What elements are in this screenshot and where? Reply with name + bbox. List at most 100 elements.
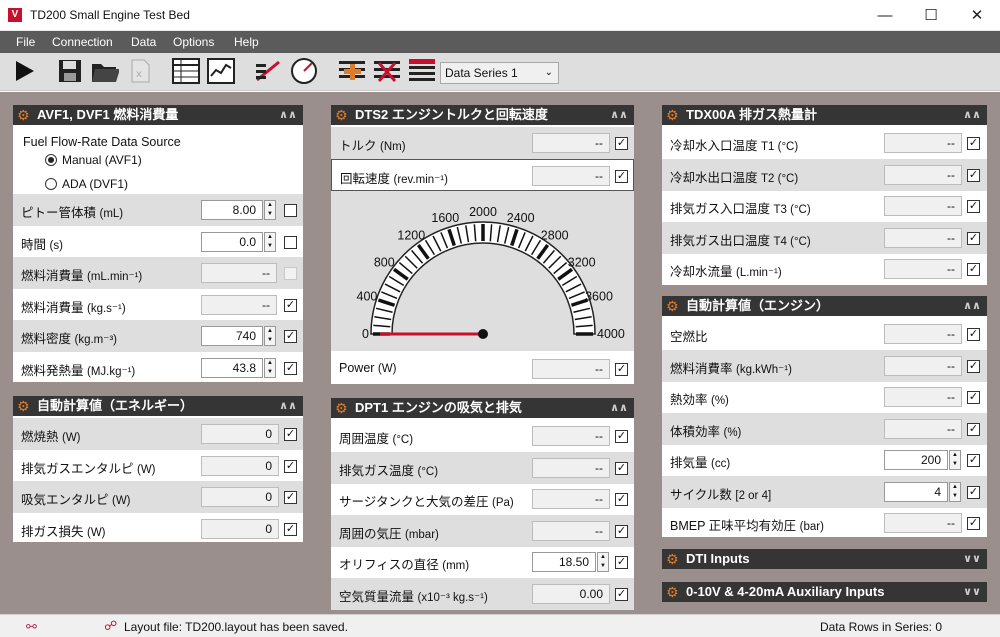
minimize-icon[interactable]: — xyxy=(862,0,908,31)
speed-checkbox[interactable]: ✓ xyxy=(615,170,628,183)
collapse-icon[interactable]: ∧∧ xyxy=(279,396,297,416)
log-checkbox[interactable]: ✓ xyxy=(967,485,980,499)
value-input[interactable]: 43.8 xyxy=(201,357,263,378)
row-label: 排気ガスエンタルピ (W) xyxy=(21,461,156,476)
value-input[interactable]: 18.50 xyxy=(532,552,596,572)
log-checkbox[interactable]: ✓ xyxy=(284,361,297,375)
energy-panel-header[interactable]: ⚙ 自動計算値（エネルギー） ∧∧ xyxy=(13,396,303,416)
power-row: Power (W) -- ✓ xyxy=(331,353,634,385)
log-checkbox[interactable]: ✓ xyxy=(967,168,980,182)
tdx-panel-header[interactable]: ⚙ TDX00A 排ガス熱量計 ∧∧ xyxy=(662,105,987,125)
log-checkbox[interactable]: ✓ xyxy=(284,330,297,343)
menu-options[interactable]: Options xyxy=(173,35,214,49)
spinner-arrows-icon[interactable]: ▲ ▼ xyxy=(264,326,276,346)
spinner-arrows-icon[interactable]: ▲ ▼ xyxy=(264,200,276,220)
series-table-icon[interactable] xyxy=(408,57,436,85)
menu-help[interactable]: Help xyxy=(234,35,259,49)
log-checkbox[interactable]: ✓ xyxy=(967,391,980,404)
gauge-settings-icon[interactable] xyxy=(289,57,317,85)
collapse-icon[interactable]: ∧∧ xyxy=(963,296,981,316)
gear-icon[interactable]: ⚙ xyxy=(17,105,30,125)
log-checkbox[interactable]: ✓ xyxy=(284,522,297,536)
value-input[interactable]: 4 xyxy=(884,481,948,502)
spinner-arrows-icon[interactable]: ▲ ▼ xyxy=(597,552,609,572)
log-checkbox[interactable]: ✓ xyxy=(615,493,628,506)
log-checkbox[interactable]: ✓ xyxy=(967,422,980,436)
aux-panel-header[interactable]: ⚙ 0-10V & 4-20mA Auxiliary Inputs ∨∨ xyxy=(662,582,987,602)
log-checkbox[interactable]: ✓ xyxy=(615,524,628,538)
expand-icon[interactable]: ∨∨ xyxy=(963,582,981,602)
value-input[interactable]: 200 xyxy=(884,450,948,470)
row-label: 周囲の気圧 (mbar) xyxy=(339,526,439,541)
value-input[interactable]: 740 xyxy=(201,326,263,346)
open-folder-icon[interactable] xyxy=(91,57,119,85)
expand-icon[interactable]: ∨∨ xyxy=(963,549,981,569)
save-icon[interactable] xyxy=(56,57,84,85)
menu-file[interactable]: File xyxy=(16,35,35,49)
play-icon[interactable] xyxy=(10,57,38,85)
gear-icon[interactable]: ⚙ xyxy=(666,105,679,125)
log-checkbox[interactable]: ✓ xyxy=(967,137,980,150)
torque-checkbox[interactable]: ✓ xyxy=(615,137,628,150)
log-checkbox[interactable]: ✓ xyxy=(967,263,980,276)
avf-panel-header[interactable]: ⚙ AVF1, DVF1 燃料消費量 ∧∧ xyxy=(13,105,303,125)
calc-panel-title: 自動計算値（エンジン） xyxy=(686,298,830,313)
collapse-icon[interactable]: ∧∧ xyxy=(963,105,981,125)
log-checkbox[interactable]: ✓ xyxy=(967,454,980,467)
spinner-arrows-icon[interactable]: ▲ ▼ xyxy=(949,481,961,502)
log-checkbox[interactable]: ✓ xyxy=(615,587,628,601)
delete-series-icon[interactable] xyxy=(373,57,401,85)
log-checkbox[interactable]: ✓ xyxy=(284,428,297,441)
ada-dvf-radio[interactable] xyxy=(45,178,57,190)
edit-channels-icon[interactable] xyxy=(254,57,282,85)
gear-icon[interactable]: ⚙ xyxy=(666,582,679,602)
table-view-icon[interactable] xyxy=(172,57,200,85)
log-checkbox[interactable]: ✓ xyxy=(284,491,297,504)
row-label: 空気質量流量 (x10⁻³ kg.s⁻¹) xyxy=(339,589,488,604)
gear-icon[interactable]: ⚙ xyxy=(335,105,348,125)
log-checkbox[interactable]: ✓ xyxy=(284,298,297,312)
manual-avf-radio[interactable] xyxy=(45,154,57,166)
dts-panel-header[interactable]: ⚙ DTS2 エンジントルクと回転速度 ∧∧ xyxy=(331,105,634,125)
collapse-icon[interactable]: ∧∧ xyxy=(610,105,628,125)
gauge-tick-label: 2800 xyxy=(541,228,569,242)
log-checkbox[interactable]: ✓ xyxy=(615,430,628,443)
gear-icon[interactable]: ⚙ xyxy=(335,398,348,418)
dpt-panel-header[interactable]: ⚙ DPT1 エンジンの吸気と排気 ∧∧ xyxy=(331,398,634,418)
log-checkbox[interactable]: ✓ xyxy=(615,461,628,475)
collapse-icon[interactable]: ∧∧ xyxy=(279,105,297,125)
log-checkbox[interactable]: ✓ xyxy=(967,328,980,341)
log-checkbox[interactable]: ✓ xyxy=(967,517,980,530)
chart-view-icon[interactable] xyxy=(207,57,235,85)
data-series-select[interactable]: Data Series 1 ⌄ xyxy=(440,62,559,84)
log-checkbox[interactable]: ✓ xyxy=(284,459,297,473)
menu-connection[interactable]: Connection xyxy=(52,35,113,49)
calc-panel-header[interactable]: ⚙ 自動計算値（エンジン） ∧∧ xyxy=(662,296,987,316)
energy-row: 燃焼熱 (W) 0 ✓ xyxy=(13,418,303,450)
collapse-icon[interactable]: ∧∧ xyxy=(610,398,628,418)
gear-icon[interactable]: ⚙ xyxy=(17,396,30,416)
row-label: 冷却水入口温度 T1 (°C) xyxy=(670,139,799,153)
dti-panel-header[interactable]: ⚙ DTI Inputs ∨∨ xyxy=(662,549,987,569)
spinner-arrows-icon[interactable]: ▲ ▼ xyxy=(264,231,276,252)
log-checkbox[interactable]: ✓ xyxy=(615,556,628,569)
add-series-icon[interactable] xyxy=(338,57,366,85)
close-icon[interactable]: ✕ xyxy=(954,0,1000,31)
log-checkbox[interactable] xyxy=(284,235,297,249)
spinner-arrows-icon[interactable]: ▲ ▼ xyxy=(264,357,276,378)
log-checkbox[interactable]: ✓ xyxy=(967,231,980,245)
power-checkbox[interactable]: ✓ xyxy=(615,363,628,376)
value-input[interactable]: 0.0 xyxy=(201,231,263,252)
menu-data[interactable]: Data xyxy=(131,35,156,49)
log-checkbox[interactable] xyxy=(284,204,297,217)
maximize-icon[interactable]: ☐ xyxy=(908,0,954,31)
row-label: 排気量 (cc) xyxy=(670,456,731,470)
spinner-arrows-icon[interactable]: ▲ ▼ xyxy=(949,450,961,470)
gauge-tick-label: 1600 xyxy=(431,211,459,225)
gear-icon[interactable]: ⚙ xyxy=(666,549,679,569)
gear-icon[interactable]: ⚙ xyxy=(666,296,679,316)
log-checkbox[interactable]: ✓ xyxy=(967,200,980,213)
value-input[interactable]: 8.00 xyxy=(201,200,263,220)
log-checkbox[interactable]: ✓ xyxy=(967,359,980,373)
energy-calc-panel: ⚙ 自動計算値（エネルギー） ∧∧ 燃焼熱 (W) 0 ✓ 排気ガスエンタルピ (W)… xyxy=(13,396,303,542)
